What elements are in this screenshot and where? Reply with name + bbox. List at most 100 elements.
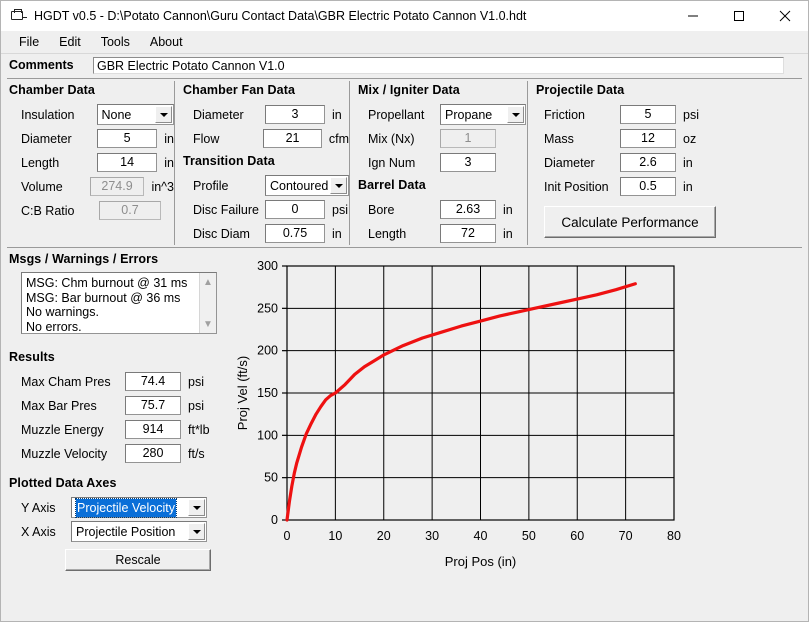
results-group: Results Max Cham Pres 74.4 psi Max Bar P… <box>9 350 221 466</box>
window-controls <box>670 1 808 31</box>
x-axis-combo[interactable]: Projectile Position <box>71 521 207 542</box>
calculate-performance-button[interactable]: Calculate Performance <box>544 206 716 238</box>
chevron-down-icon[interactable] <box>188 523 205 540</box>
field-row-profile: Profile Contoured <box>183 174 349 197</box>
insulation-label: Insulation <box>21 107 75 122</box>
projectile-data-title: Projectile Data <box>536 83 625 97</box>
field-row-bore: Bore 2.63 in <box>358 198 528 221</box>
x-tick-label: 10 <box>328 529 342 543</box>
fan-flow-input[interactable]: 21 <box>263 129 322 148</box>
minimize-button[interactable] <box>670 1 716 31</box>
insulation-combo[interactable]: None <box>96 104 174 125</box>
fan-diameter-unit: in <box>332 107 342 122</box>
muzzle-velocity-value: 280 <box>125 444 181 463</box>
disc-failure-input[interactable]: 0 <box>265 200 325 219</box>
plotted-data-axes-title: Plotted Data Axes <box>9 476 117 490</box>
performance-chart[interactable]: 0 50 100 150 200 250 300 0 10 20 30 40 50 60 70 80 Proj … <box>229 248 789 578</box>
window-title: HGDT v0.5 - D:\Potato Cannon\Guru Contac… <box>34 9 527 23</box>
chamber-fan-data-title: Chamber Fan Data <box>183 83 296 97</box>
barrel-length-input[interactable]: 72 <box>440 224 496 243</box>
mix-igniter-data-title: Mix / Igniter Data <box>358 83 460 97</box>
menu-item-about[interactable]: About <box>140 33 193 51</box>
menu-item-edit[interactable]: Edit <box>49 33 91 51</box>
folder-document-icon <box>10 8 28 24</box>
close-button[interactable] <box>762 1 808 31</box>
field-row-mass: Mass 12 oz <box>536 127 804 150</box>
propellant-combo[interactable]: Propane <box>440 104 526 125</box>
field-row-disc-diam: Disc Diam 0.75 in <box>183 222 349 245</box>
ign-num-input[interactable]: 3 <box>440 153 496 172</box>
application-window: HGDT v0.5 - D:\Potato Cannon\Guru Contac… <box>0 0 809 622</box>
mass-label: Mass <box>544 131 574 146</box>
mass-input[interactable]: 12 <box>620 129 676 148</box>
disc-diam-label: Disc Diam <box>193 226 250 241</box>
chevron-down-icon[interactable] <box>330 177 347 194</box>
chevron-down-icon[interactable] <box>155 106 172 123</box>
scroll-up-icon[interactable]: ▲ <box>200 274 216 290</box>
message-line: MSG: Bar burnout @ 36 ms <box>26 290 181 305</box>
disc-failure-unit: psi <box>332 202 348 217</box>
x-axis-value: Projectile Position <box>76 525 176 539</box>
chamber-volume-unit: in^3 <box>151 179 174 194</box>
scroll-down-icon[interactable]: ▼ <box>200 316 216 332</box>
x-tick-label: 60 <box>570 529 584 543</box>
fan-diameter-input[interactable]: 3 <box>265 105 325 124</box>
disc-diam-input[interactable]: 0.75 <box>265 224 325 243</box>
x-tick-label: 30 <box>425 529 439 543</box>
muzzle-velocity-unit: ft/s <box>188 446 205 461</box>
mix-igniter-data-group: Mix / Igniter Data Propellant Propane Mi… <box>358 83 528 246</box>
comments-input[interactable]: GBR Electric Potato Cannon V1.0 <box>93 56 784 74</box>
profile-label: Profile <box>193 178 229 193</box>
friction-label: Friction <box>544 107 585 122</box>
x-axis-row: X Axis Projectile Position <box>9 520 221 543</box>
chamber-diameter-input[interactable]: 5 <box>96 129 158 148</box>
comments-row: Comments GBR Electric Potato Cannon V1.0 <box>1 53 808 76</box>
menu-item-tools[interactable]: Tools <box>91 33 140 51</box>
muzzle-energy-label: Muzzle Energy <box>21 422 104 437</box>
y-tick-label: 50 <box>264 471 278 485</box>
profile-value: Contoured <box>270 179 329 193</box>
result-row-muzzle-velocity: Muzzle Velocity 280 ft/s <box>9 442 221 465</box>
maximize-button[interactable] <box>716 1 762 31</box>
init-position-input[interactable]: 0.5 <box>620 177 676 196</box>
y-axis-value: Projectile Velocity <box>75 498 177 518</box>
chamber-length-input[interactable]: 14 <box>96 153 158 172</box>
max-cham-pres-label: Max Cham Pres <box>21 374 111 389</box>
barrel-data-title: Barrel Data <box>358 178 426 192</box>
chevron-down-icon[interactable] <box>507 106 524 123</box>
comments-label: Comments <box>9 58 74 72</box>
friction-input[interactable]: 5 <box>620 105 676 124</box>
chamber-fan-data-group: Chamber Fan Data Diameter 3 in Flow 21 c… <box>183 83 349 246</box>
messages-listbox[interactable]: MSG: Chm burnout @ 31 ms MSG: Bar burnou… <box>21 272 217 334</box>
field-row-friction: Friction 5 psi <box>536 103 804 126</box>
proj-diameter-input[interactable]: 2.6 <box>620 153 676 172</box>
result-row-muzzle-energy: Muzzle Energy 914 ft*lb <box>9 418 221 441</box>
disc-diam-unit: in <box>332 226 342 241</box>
rescale-button[interactable]: Rescale <box>65 549 211 571</box>
friction-unit: psi <box>683 107 699 122</box>
proj-diameter-unit: in <box>683 155 693 170</box>
chamber-length-label: Length <box>21 155 60 170</box>
menu-item-file[interactable]: File <box>9 33 49 51</box>
profile-combo[interactable]: Contoured <box>265 175 349 196</box>
muzzle-energy-value: 914 <box>125 420 181 439</box>
menu-bar: File Edit Tools About <box>1 31 808 53</box>
y-tick-label: 0 <box>271 513 278 527</box>
transition-data-title: Transition Data <box>183 154 275 168</box>
plotted-data-axes-group: Plotted Data Axes Y Axis Projectile Velo… <box>9 476 221 571</box>
divider-1 <box>174 81 175 245</box>
chamber-volume-label: Volume <box>21 179 63 194</box>
chamber-volume-value: 274.9 <box>89 177 145 196</box>
x-tick-label: 70 <box>619 529 633 543</box>
field-row-fan-diameter: Diameter 3 in <box>183 103 349 126</box>
chart-svg: 0 50 100 150 200 250 300 0 10 20 30 40 50 60 70 80 Proj … <box>235 259 681 569</box>
bore-input[interactable]: 2.63 <box>440 200 496 219</box>
x-tick-label: 80 <box>667 529 681 543</box>
y-axis-combo[interactable]: Projectile Velocity <box>71 497 207 518</box>
muzzle-energy-unit: ft*lb <box>188 422 210 437</box>
field-row-chamber-diameter: Diameter 5 in <box>9 127 174 150</box>
insulation-value: None <box>101 108 132 122</box>
chevron-down-icon[interactable] <box>188 499 205 516</box>
messages-scrollbar[interactable]: ▲ ▼ <box>199 273 216 333</box>
field-row-propellant: Propellant Propane <box>358 103 528 126</box>
